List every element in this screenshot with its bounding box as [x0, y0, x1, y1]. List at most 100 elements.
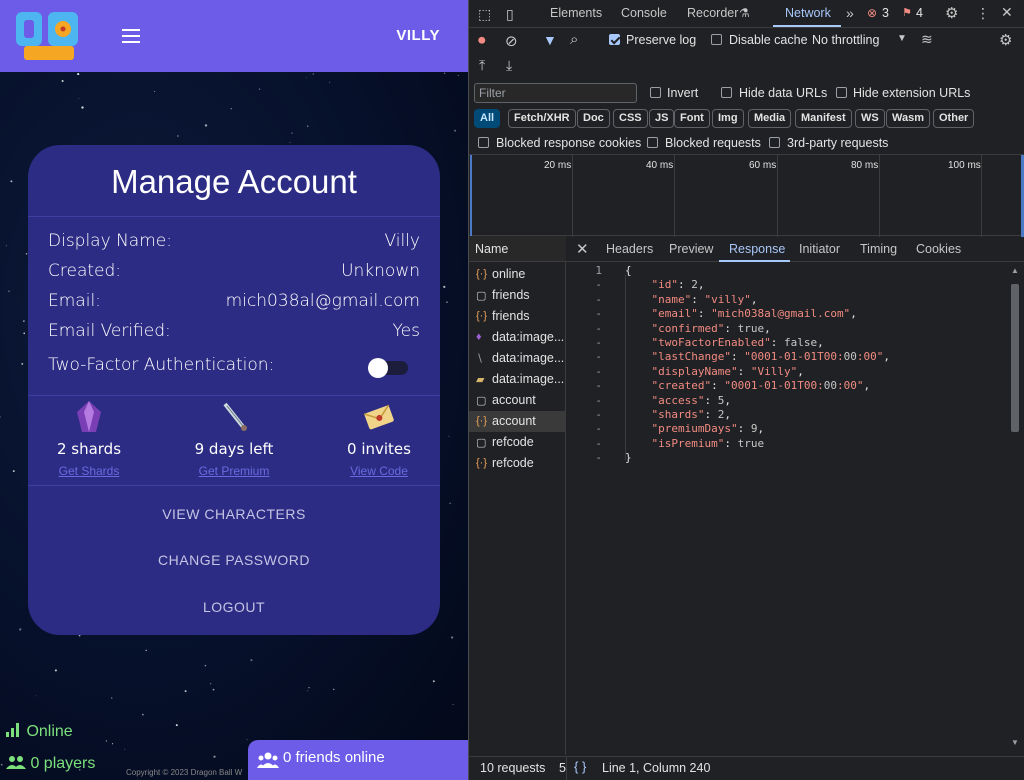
scrollbar-thumb[interactable]	[1011, 284, 1019, 432]
line-number: -	[595, 350, 602, 364]
request-row[interactable]: {·} account	[469, 411, 566, 432]
chip-manifest[interactable]: Manifest	[795, 109, 852, 128]
stop-recording-icon[interactable]: ⏺	[478, 32, 486, 49]
logout-button[interactable]: LOGOUT	[28, 599, 440, 615]
tab-timing[interactable]: Timing	[860, 242, 897, 256]
line-number: -	[595, 321, 602, 335]
export-har-icon[interactable]: ⤓	[506, 57, 512, 74]
response-scrollbar[interactable]: ▲ ▼	[1009, 266, 1020, 750]
clear-log-icon[interactable]: ⊘	[505, 32, 518, 50]
change-password-button[interactable]: CHANGE PASSWORD	[28, 552, 440, 568]
request-row[interactable]: ♦ data:image...	[469, 327, 566, 348]
throttling-select[interactable]: No throttling	[812, 33, 879, 47]
chip-doc[interactable]: Doc	[577, 109, 610, 128]
tab-cookies[interactable]: Cookies	[916, 242, 961, 256]
xhr-request-icon: {·}	[476, 415, 488, 427]
network-settings-gear-icon[interactable]: ⚙	[999, 31, 1012, 49]
star-dot	[454, 129, 457, 132]
premium-sword-icon	[223, 402, 247, 431]
view-characters-button[interactable]: VIEW CHARACTERS	[28, 506, 440, 522]
db-world-logo[interactable]	[14, 8, 82, 62]
chip-img[interactable]: Img	[712, 109, 744, 128]
two-factor-toggle[interactable]	[368, 358, 408, 378]
dropdown-caret-icon[interactable]: ▼	[897, 33, 907, 44]
inspect-element-icon[interactable]: ⬚	[478, 6, 491, 23]
response-body[interactable]: 1 {- "id": 2, - "name": "villy", - "email":…	[566, 262, 1006, 755]
close-detail-icon[interactable]: ✕	[576, 240, 589, 258]
chip-media[interactable]: Media	[748, 109, 792, 128]
chip-wasm[interactable]: Wasm	[886, 109, 930, 128]
chip-all[interactable]: All	[474, 109, 501, 128]
settings-gear-icon[interactable]: ⚙	[945, 4, 958, 22]
tab-response[interactable]: Response	[729, 242, 785, 256]
more-tabs-chevron-icon[interactable]: »	[846, 5, 854, 21]
request-row[interactable]: {·} friends	[469, 306, 566, 327]
search-icon[interactable]: ⌕	[570, 31, 578, 48]
blocked-requests-checkbox[interactable]	[647, 137, 658, 148]
request-name: data:image...	[492, 372, 564, 386]
star-dot	[446, 301, 448, 303]
tab-network[interactable]: Network	[785, 6, 831, 20]
request-row[interactable]: {·} refcode	[469, 453, 566, 474]
scroll-down-arrow-icon[interactable]: ▼	[1011, 738, 1019, 747]
view-code-link[interactable]: View Code	[319, 464, 439, 478]
tab-headers[interactable]: Headers	[606, 242, 653, 256]
request-row[interactable]: ▢ friends	[469, 285, 566, 306]
third-party-requests-checkbox[interactable]	[769, 137, 780, 148]
scroll-up-arrow-icon[interactable]: ▲	[1011, 266, 1019, 275]
hamburger-menu-icon[interactable]	[122, 29, 140, 43]
user-menu-name[interactable]: VILLY	[396, 27, 440, 44]
friends-online-bar[interactable]: 0 friends online	[248, 740, 468, 780]
filter-input[interactable]	[474, 83, 637, 103]
invert-checkbox[interactable]	[650, 87, 661, 98]
chip-other[interactable]: Other	[933, 109, 975, 128]
name-column-header[interactable]: Name	[469, 236, 566, 262]
request-row[interactable]: {·} online	[469, 264, 566, 285]
blocked-response-cookies-checkbox[interactable]	[478, 137, 489, 148]
hide-extension-urls-checkbox[interactable]	[836, 87, 847, 98]
request-row[interactable]: ▰ data:image...	[469, 369, 566, 390]
more-options-icon[interactable]: ⋮	[976, 5, 990, 22]
import-har-icon[interactable]: ⤒	[479, 57, 485, 74]
players-status: 0 players	[6, 755, 95, 773]
players-count: 0 players	[30, 755, 96, 772]
tab-console[interactable]: Console	[621, 6, 667, 20]
invert-label: Invert	[667, 86, 699, 100]
chip-font[interactable]: Font	[674, 109, 710, 128]
request-row[interactable]: ▢ refcode	[469, 432, 566, 453]
pretty-print-braces-icon[interactable]: { }	[574, 759, 586, 774]
chip-js[interactable]: JS	[649, 109, 675, 128]
preserve-log-checkbox[interactable]	[609, 34, 620, 45]
error-icon[interactable]: ⊗	[867, 6, 877, 20]
chip-ws[interactable]: WS	[855, 109, 885, 128]
device-toggle-icon[interactable]: ▯	[506, 6, 514, 23]
preserve-log-label: Preserve log	[626, 33, 697, 47]
image-sword-icon: ∖	[476, 353, 484, 365]
request-row[interactable]: ▢ account	[469, 390, 566, 411]
close-devtools-icon[interactable]: ✕	[1001, 4, 1013, 21]
issue-icon[interactable]: ⚑	[902, 6, 912, 19]
filter-funnel-icon[interactable]: ▼	[543, 32, 557, 48]
star-dot	[175, 724, 178, 727]
info-row-email: Email: mich038al@gmail.com	[48, 291, 420, 315]
tab-elements[interactable]: Elements	[550, 6, 602, 20]
star-dot	[307, 690, 309, 692]
image-shard-icon: ♦	[476, 331, 482, 343]
network-conditions-icon[interactable]: ≋	[921, 31, 933, 48]
hide-data-urls-checkbox[interactable]	[721, 87, 732, 98]
network-timeline-overview[interactable]: 20 ms 40 ms 60 ms 80 ms 100 ms	[469, 154, 1024, 237]
tab-preview[interactable]: Preview	[669, 242, 713, 256]
info-value: Yes	[392, 321, 420, 341]
timeline-gridline	[981, 155, 982, 237]
disable-cache-checkbox[interactable]	[711, 34, 722, 45]
tab-recorder[interactable]: Recorder	[687, 6, 738, 20]
devtools-panel: ⬚ ▯ Elements Console Recorder ⚗ Network …	[468, 0, 1024, 780]
request-row[interactable]: ∖ data:image...	[469, 348, 566, 369]
chip-fetch-xhr[interactable]: Fetch/XHR	[508, 109, 576, 128]
friends-icon	[257, 752, 279, 768]
get-premium-link[interactable]: Get Premium	[174, 464, 294, 478]
request-name: data:image...	[492, 330, 564, 344]
tab-initiator[interactable]: Initiator	[799, 242, 840, 256]
get-shards-link[interactable]: Get Shards	[29, 464, 149, 478]
chip-css[interactable]: CSS	[613, 109, 648, 128]
